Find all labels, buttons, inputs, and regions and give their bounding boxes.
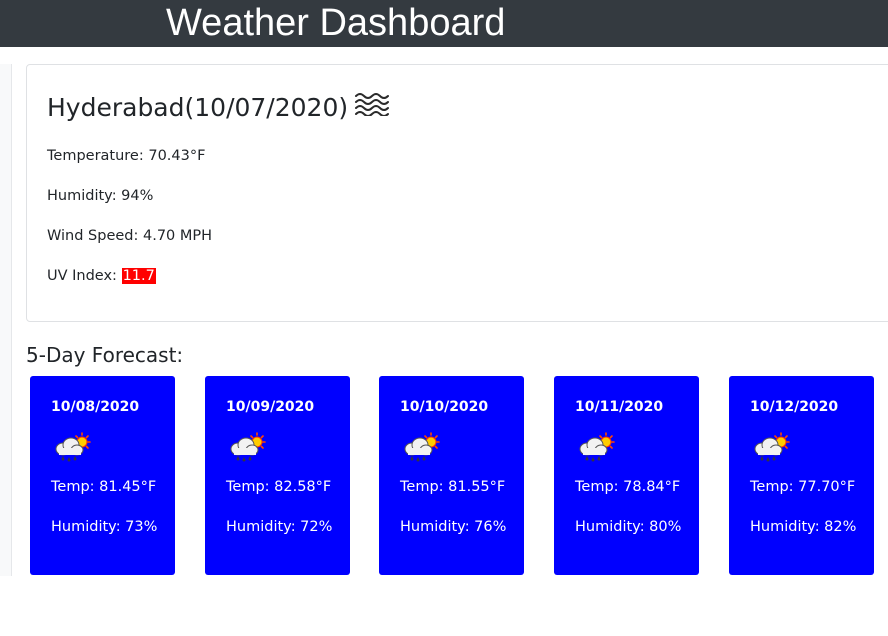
forecast-humidity: Humidity: 72%: [226, 519, 333, 535]
forecast-date: 10/08/2020: [51, 399, 140, 415]
city-heading-text: Hyderabad(10/07/2020): [47, 93, 349, 122]
forecast-temp: Temp: 81.45°F: [51, 479, 157, 495]
current-humidity: Humidity: 94%: [47, 188, 154, 204]
forecast-humidity: Humidity: 76%: [400, 519, 507, 535]
sidebar-panel: [0, 64, 12, 576]
uv-index-badge: 11.7: [121, 268, 156, 284]
forecast-temp: Temp: 81.55°F: [400, 479, 506, 495]
forecast-title: 5-Day Forecast:: [26, 343, 184, 367]
forecast-date: 10/11/2020: [575, 399, 664, 415]
forecast-humidity: Humidity: 73%: [51, 519, 158, 535]
header-bar: Weather Dashboard: [0, 0, 888, 47]
forecast-card: 10/12/2020 Temp: 77.70°F Humidity: 82%: [729, 376, 874, 575]
rain-sun-cloud-icon: [402, 432, 444, 468]
city-heading: Hyderabad(10/07/2020): [47, 90, 390, 126]
rain-sun-cloud-icon: [53, 432, 95, 468]
current-wind-speed: Wind Speed: 4.70 MPH: [47, 228, 213, 244]
forecast-date: 10/12/2020: [750, 399, 839, 415]
forecast-card: 10/09/2020 Temp: 82.58°F Humidity: 72%: [205, 376, 350, 575]
forecast-humidity: Humidity: 80%: [575, 519, 682, 535]
page-title: Weather Dashboard: [166, 2, 506, 44]
forecast-card: 10/08/2020 Temp: 81.45°F Humidity: 73%: [30, 376, 175, 575]
forecast-temp: Temp: 77.70°F: [750, 479, 856, 495]
current-temperature: Temperature: 70.43°F: [47, 148, 206, 164]
forecast-card: 10/11/2020 Temp: 78.84°F Humidity: 80%: [554, 376, 699, 575]
forecast-temp: Temp: 82.58°F: [226, 479, 332, 495]
rain-sun-cloud-icon: [752, 432, 794, 468]
forecast-temp: Temp: 78.84°F: [575, 479, 681, 495]
forecast-date: 10/10/2020: [400, 399, 489, 415]
rain-sun-cloud-icon: [228, 432, 270, 468]
current-uv-index: UV Index: 11.7: [47, 266, 156, 286]
mist-icon: [354, 90, 390, 126]
forecast-date: 10/09/2020: [226, 399, 315, 415]
rain-sun-cloud-icon: [577, 432, 619, 468]
uv-index-label: UV Index:: [47, 268, 122, 284]
forecast-card: 10/10/2020 Temp: 81.55°F Humidity: 76%: [379, 376, 524, 575]
forecast-humidity: Humidity: 82%: [750, 519, 857, 535]
